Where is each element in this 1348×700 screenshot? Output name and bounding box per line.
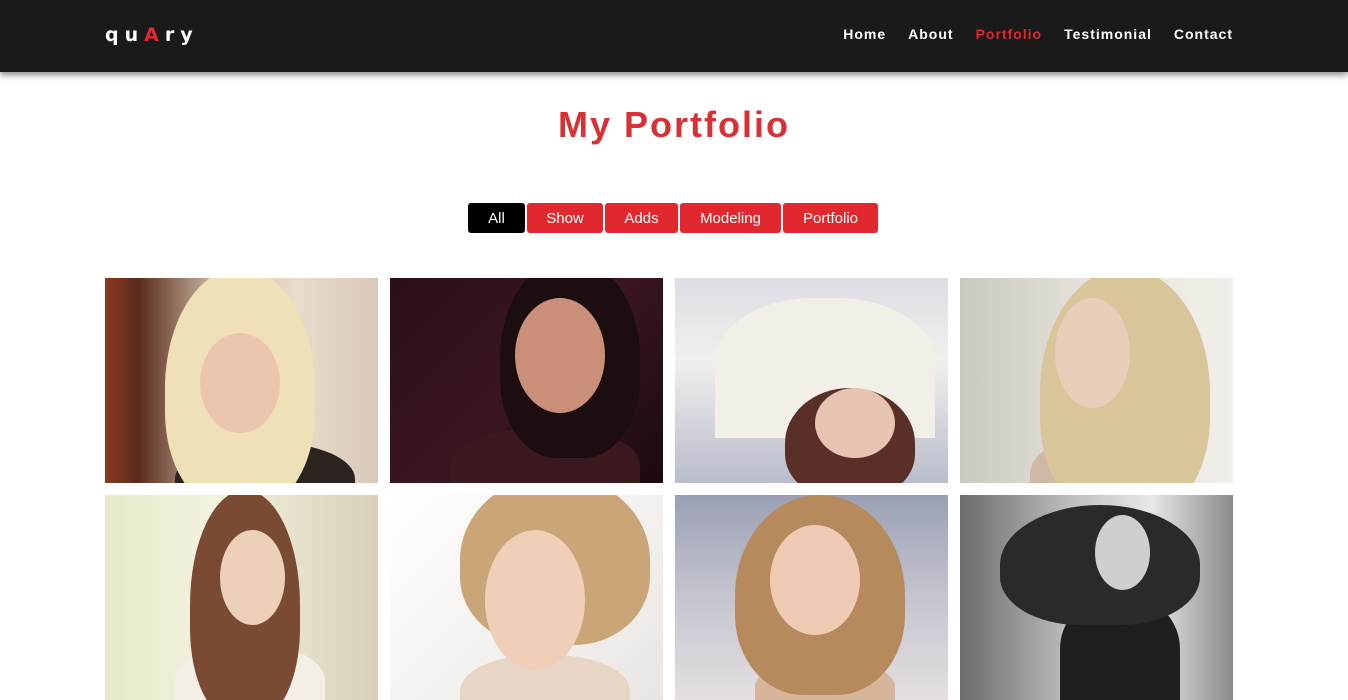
portfolio-photo-4[interactable] bbox=[960, 278, 1233, 483]
nav-link-contact[interactable]: Contact bbox=[1174, 26, 1233, 42]
site-logo[interactable]: quAry bbox=[105, 24, 199, 46]
portfolio-photo-5[interactable] bbox=[105, 495, 378, 700]
nav-links: Home About Portfolio Testimonial Contact bbox=[843, 26, 1233, 42]
filter-all-button[interactable]: All bbox=[468, 203, 525, 233]
photo-face bbox=[200, 333, 280, 433]
photo-face bbox=[1095, 515, 1150, 590]
portfolio-photo-1[interactable] bbox=[105, 278, 378, 483]
portfolio-photo-3[interactable] bbox=[675, 278, 948, 483]
nav-link-about[interactable]: About bbox=[908, 26, 953, 42]
photo-face bbox=[1055, 298, 1130, 408]
photo-face bbox=[515, 298, 605, 413]
nav-link-portfolio[interactable]: Portfolio bbox=[976, 26, 1043, 42]
filter-modeling-button[interactable]: Modeling bbox=[680, 203, 781, 233]
page-title: My Portfolio bbox=[558, 104, 790, 145]
filter-show-button[interactable]: Show bbox=[527, 203, 603, 233]
portfolio-photo-6[interactable] bbox=[390, 495, 663, 700]
portfolio-photo-7[interactable] bbox=[675, 495, 948, 700]
filter-adds-button[interactable]: Adds bbox=[605, 203, 678, 233]
photo-face bbox=[220, 530, 285, 625]
logo-text-start: qu bbox=[105, 24, 145, 46]
portfolio-photo-2[interactable] bbox=[390, 278, 663, 483]
logo-text-accent: A bbox=[144, 24, 165, 46]
photo-face bbox=[770, 525, 860, 635]
nav-link-testimonial[interactable]: Testimonial bbox=[1064, 26, 1152, 42]
portfolio-filters: All Show Adds Modeling Portfolio bbox=[468, 203, 878, 233]
nav-link-home[interactable]: Home bbox=[843, 26, 886, 42]
filter-portfolio-button[interactable]: Portfolio bbox=[783, 203, 878, 233]
navbar: quAry Home About Portfolio Testimonial C… bbox=[0, 0, 1348, 72]
portfolio-gallery bbox=[105, 278, 1233, 700]
photo-face bbox=[815, 388, 895, 458]
portfolio-photo-8[interactable] bbox=[960, 495, 1233, 700]
logo-text-end: ry bbox=[164, 24, 199, 46]
photo-face bbox=[485, 530, 585, 670]
